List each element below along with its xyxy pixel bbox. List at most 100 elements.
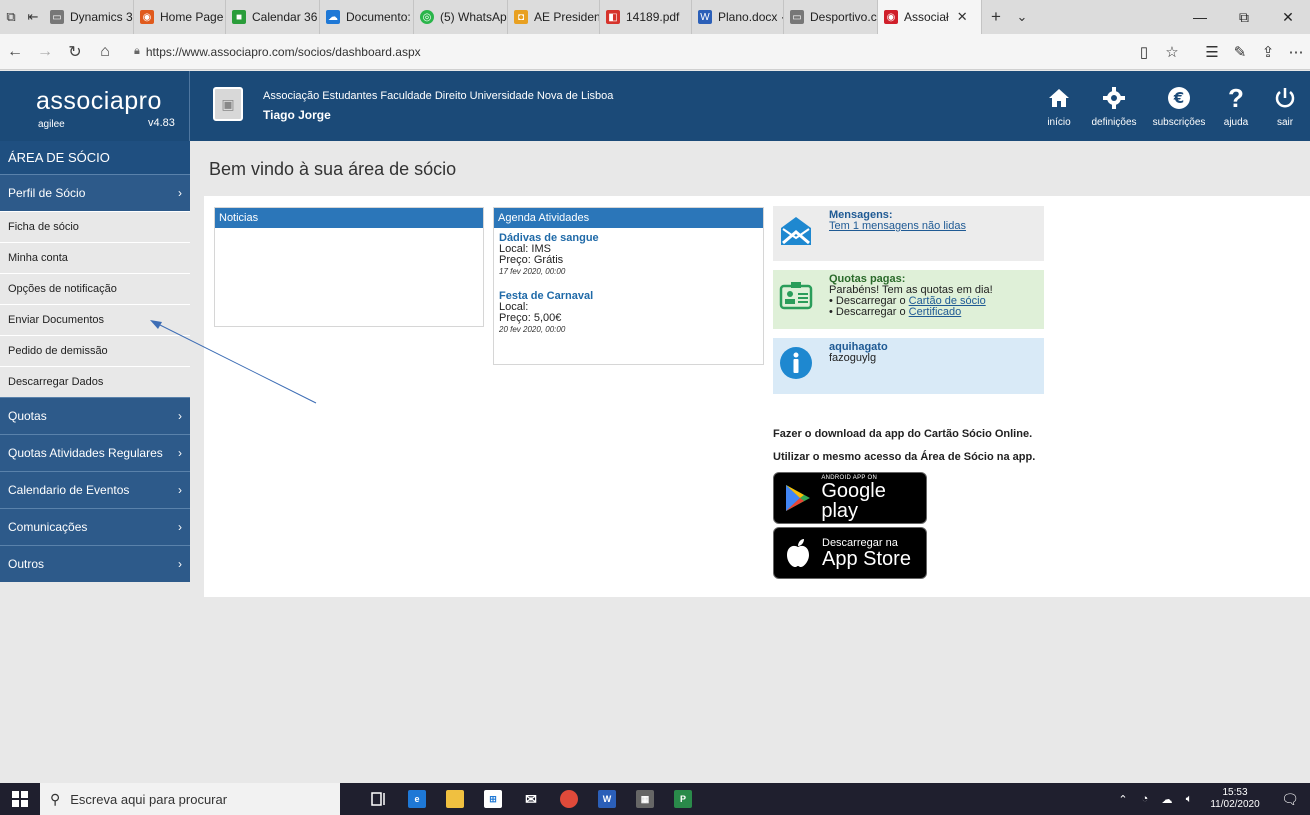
- url-input[interactable]: 🔒︎ https://www.associapro.com/socios/das…: [134, 39, 1034, 65]
- back-icon[interactable]: ←: [0, 34, 30, 70]
- agenda-panel-title: Agenda Atividades: [494, 208, 763, 228]
- nav-label: definições: [1091, 117, 1137, 128]
- euro-icon: €: [1167, 85, 1191, 111]
- header-nav: início definições € subscrições ? ajuda …: [1036, 71, 1310, 141]
- nav-subscriptions[interactable]: € subscrições: [1146, 85, 1212, 128]
- edge-icon[interactable]: e: [398, 783, 436, 815]
- restore-icon[interactable]: ⧉: [1222, 0, 1266, 34]
- forward-icon[interactable]: →: [30, 34, 60, 70]
- calculator-icon[interactable]: ▦: [626, 783, 664, 815]
- sidebar: ÁREA DE SÓCIO Perfil de Sócio › Ficha de…: [0, 141, 190, 589]
- home-icon[interactable]: ⌂: [90, 34, 120, 70]
- nav-settings[interactable]: definições: [1082, 85, 1146, 128]
- sidebar-item-demissao[interactable]: Pedido de demissão: [0, 335, 190, 366]
- close-tab-icon[interactable]: ✕: [957, 9, 968, 25]
- sidebar-item-notificacao[interactable]: Opções de notificação: [0, 273, 190, 304]
- app-store-button[interactable]: Descarregar na App Store: [773, 527, 927, 579]
- sidebar-item-enviar-documentos[interactable]: Enviar Documentos: [0, 304, 190, 335]
- onedrive-icon[interactable]: ☁: [1156, 793, 1178, 806]
- logo-name: associapro: [36, 87, 162, 115]
- browser-tab[interactable]: ◎ (5) WhatsAp: [414, 0, 508, 34]
- logo-subtitle: agilee: [38, 119, 65, 130]
- sidebar-category-label: Quotas Atividades Regulares: [8, 446, 163, 460]
- browser-tab-active[interactable]: ◉ Associał ✕: [878, 0, 982, 34]
- tray-chevron-icon[interactable]: ⌃: [1112, 793, 1134, 806]
- sidebar-item-ficha[interactable]: Ficha de sócio: [0, 211, 190, 242]
- refresh-icon[interactable]: ↻: [60, 34, 90, 70]
- volume-icon[interactable]: 🔈︎: [1178, 793, 1200, 806]
- sidebar-category-perfil[interactable]: Perfil de Sócio ›: [0, 174, 190, 211]
- sidebar-category-outros[interactable]: Outros ›: [0, 545, 190, 582]
- share-icon[interactable]: ⇪: [1254, 34, 1282, 70]
- tab-actions-icon[interactable]: ⧉: [0, 0, 22, 34]
- mail-icon[interactable]: ✉: [512, 783, 550, 815]
- browser-tab[interactable]: ▭ Dynamics 3(: [44, 0, 134, 34]
- clock-time: 15:53: [1222, 787, 1248, 798]
- close-window-icon[interactable]: ✕: [1266, 0, 1310, 34]
- browser-tab[interactable]: ▭ Desportivo.c: [784, 0, 878, 34]
- app-logo[interactable]: associapro agilee v4.83: [0, 71, 190, 141]
- tab-label: Plano.docx ·: [718, 10, 784, 24]
- sidebar-category-label: Comunicações: [8, 520, 88, 534]
- taskbar-search[interactable]: ⚲ Escreva aqui para procurar: [40, 783, 340, 815]
- quotas-box: Quotas pagas: Parabéns! Tem as quotas em…: [773, 270, 1044, 329]
- task-view-icon[interactable]: [360, 783, 398, 815]
- store-icon[interactable]: ⊞: [474, 783, 512, 815]
- chevron-right-icon: ›: [178, 409, 182, 423]
- sidebar-item-conta[interactable]: Minha conta: [0, 242, 190, 273]
- nav-home[interactable]: início: [1036, 85, 1082, 128]
- set-aside-tabs-icon[interactable]: ⇤: [22, 0, 44, 34]
- tab-favicon-icon: ▭: [790, 10, 804, 24]
- sidebar-item-descarregar[interactable]: Descarregar Dados: [0, 366, 190, 397]
- chrome-icon[interactable]: [550, 783, 588, 815]
- member-card-icon: [779, 278, 813, 312]
- tab-label: Associał: [904, 10, 949, 24]
- new-tab-icon[interactable]: +: [982, 0, 1010, 34]
- browser-tab[interactable]: ◘ AE Presiden: [508, 0, 600, 34]
- browser-tab[interactable]: W Plano.docx ·: [692, 0, 784, 34]
- event-title[interactable]: Festa de Carnaval: [499, 290, 758, 302]
- notifications-icon[interactable]: 🗨︎: [1270, 791, 1310, 808]
- google-play-button[interactable]: ANDROID APP ON Google play: [773, 472, 927, 524]
- unread-messages-link[interactable]: Tem 1 mensagens não lidas: [829, 221, 1040, 232]
- app-version: v4.83: [148, 117, 175, 129]
- event-item[interactable]: Festa de Carnaval Local: Preço: 5,00€ 20…: [494, 276, 763, 334]
- pen-icon[interactable]: ✎: [1226, 34, 1254, 70]
- browser-tab[interactable]: ◉ Home Page: [134, 0, 226, 34]
- sidebar-category-quotas[interactable]: Quotas ›: [0, 397, 190, 434]
- tab-favicon-icon: ☁: [326, 10, 340, 24]
- sidebar-category-comunicacoes[interactable]: Comunicações ›: [0, 508, 190, 545]
- windows-taskbar: ⚲ Escreva aqui para procurar e ⊞ ✉ W ▦ P…: [0, 783, 1310, 815]
- tab-list-chevron-icon[interactable]: ⌄: [1010, 0, 1034, 34]
- nav-help[interactable]: ? ajuda: [1212, 83, 1260, 129]
- wifi-icon[interactable]: ◔: [1134, 793, 1156, 805]
- project-icon[interactable]: P: [664, 783, 702, 815]
- favorites-list-icon[interactable]: ☰: [1198, 34, 1226, 70]
- windows-start-icon[interactable]: [0, 783, 40, 815]
- gear-icon: [1102, 85, 1126, 111]
- minimize-icon[interactable]: —: [1178, 0, 1222, 34]
- more-icon[interactable]: ⋯: [1282, 34, 1310, 70]
- chevron-right-icon: ›: [178, 446, 182, 460]
- app-store-text: App Store: [822, 548, 911, 570]
- tab-label: Dynamics 3(: [70, 10, 134, 24]
- event-item[interactable]: Dádivas de sangue Local: IMS Preço: Grát…: [494, 228, 763, 276]
- reading-view-icon[interactable]: ▯: [1130, 34, 1158, 70]
- nav-logout[interactable]: sair: [1260, 85, 1310, 128]
- word-icon[interactable]: W: [588, 783, 626, 815]
- browser-tab[interactable]: ■ Calendar 36: [226, 0, 320, 34]
- quotas-line: • Descarregar o Certificado: [829, 307, 1040, 318]
- taskbar-clock[interactable]: 15:53 11/02/2020: [1200, 787, 1270, 811]
- certificate-link[interactable]: Certificado: [909, 306, 962, 318]
- browser-tab[interactable]: ◧ 14189.pdf: [600, 0, 692, 34]
- event-date: 20 fev 2020, 00:00: [499, 325, 566, 334]
- event-price: Preço: Grátis: [499, 254, 564, 266]
- favorite-star-icon[interactable]: ☆: [1158, 34, 1186, 70]
- sidebar-category-calendario[interactable]: Calendario de Eventos ›: [0, 471, 190, 508]
- nav-label: ajuda: [1223, 117, 1249, 128]
- browser-tab[interactable]: ☁ Documento:: [320, 0, 414, 34]
- file-explorer-icon[interactable]: [436, 783, 474, 815]
- info-text: fazoguylg: [829, 352, 877, 364]
- sidebar-category-quotas-atividades[interactable]: Quotas Atividades Regulares ›: [0, 434, 190, 471]
- sidebar-category-label: Outros: [8, 557, 45, 571]
